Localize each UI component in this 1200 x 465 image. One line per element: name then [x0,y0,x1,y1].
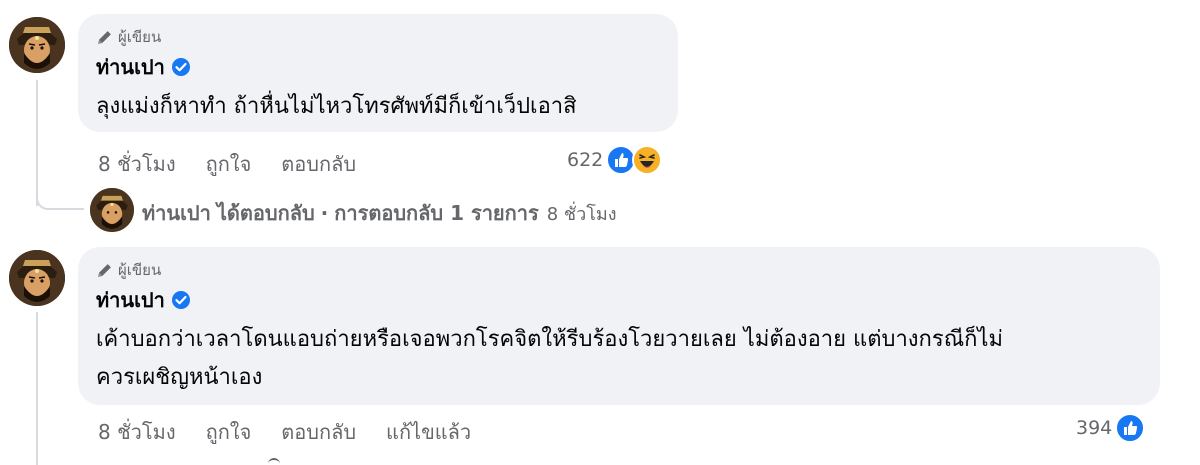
comment-text-line: เค้าบอกว่าเวลาโดนแอบถ่ายหรือเจอพวกโรคจิต… [96,327,1003,352]
reaction-summary[interactable]: 394 [1076,413,1146,443]
thread-connector [36,312,38,465]
verified-badge-icon [171,291,190,309]
reply-timestamp: 8 ชั่วโมง [546,203,617,225]
comment-bubble: ผู้เขียน ท่านเปา ลุงแม่งก็หาทำ ถ้าหื่นไม… [78,14,678,132]
view-replies-link[interactable]: ท่านเปา ได้ตอบกลับ · การตอบกลับ 1 รายการ… [142,197,617,229]
verified-badge-icon [171,58,190,76]
next-comment-partial [268,458,280,465]
commenter-name[interactable]: ท่านเปา [96,284,165,316]
like-icon [1115,413,1146,443]
like-button[interactable]: ถูกใจ [206,416,252,448]
author-badge-label: ผู้เขียน [118,261,162,279]
edited-label[interactable]: แก้ไขแล้ว [386,416,471,448]
author-badge-label: ผู้เขียน [118,28,162,46]
reply-button[interactable]: ตอบกลับ [281,416,356,448]
thread-connector-curve [36,180,84,210]
reply-action-text: ได้ตอบกลับ [216,201,315,225]
reply-button[interactable]: ตอบกลับ [281,148,356,180]
reaction-count: 622 [567,149,604,171]
comment-actions: 8 ชั่วโมง ถูกใจ ตอบกลับ [98,148,386,180]
commenter-name[interactable]: ท่านเปา [96,51,165,83]
reply-count-text: การตอบกลับ 1 รายการ [334,201,539,225]
avatar[interactable] [9,250,65,306]
comment-text: ลุงแม่งก็หาทำ ถ้าหื่นไม่ไหวโทรศัพท์มีก็เ… [96,94,577,119]
pen-icon [98,263,111,277]
separator: · [320,201,329,225]
timestamp-link[interactable]: 8 ชั่วโมง [98,416,176,448]
timestamp-link[interactable]: 8 ชั่วโมง [98,148,176,180]
author-badge: ผู้เขียน [96,259,1142,281]
reply-author-name: ท่านเปา [142,201,211,225]
author-badge: ผู้เขียน [96,26,660,48]
haha-icon [632,145,663,175]
avatar[interactable] [9,17,65,73]
reaction-count: 394 [1076,417,1113,439]
comment-text: เค้าบอกว่าเวลาโดนแอบถ่ายหรือเจอพวกโรคจิต… [96,321,1142,397]
comment-text-line: ควรเผชิญหน้าเอง [96,365,263,390]
comment-thread: ผู้เขียน ท่านเปา ลุงแม่งก็หาทำ ถ้าหื่นไม… [0,0,1200,465]
reaction-summary[interactable]: 622 [567,145,663,175]
avatar[interactable] [90,188,134,232]
like-button[interactable]: ถูกใจ [206,148,252,180]
pen-icon [98,30,111,44]
comment-actions: 8 ชั่วโมง ถูกใจ ตอบกลับ แก้ไขแล้ว [98,416,501,448]
comment-bubble: ผู้เขียน ท่านเปา เค้าบอกว่าเวลาโดนแอบถ่า… [78,247,1160,405]
